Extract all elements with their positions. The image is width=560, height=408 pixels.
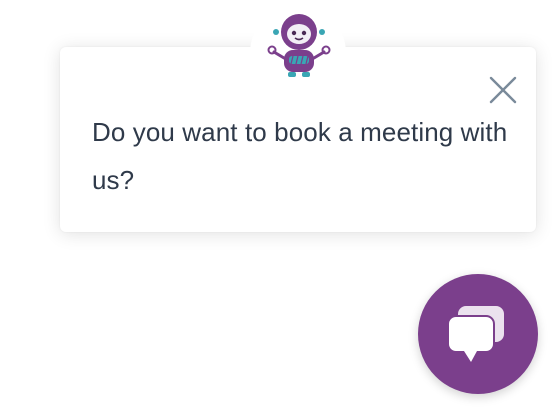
close-icon: [489, 76, 517, 104]
robot-avatar-icon: [267, 14, 331, 77]
close-button[interactable]: [487, 74, 519, 106]
chat-widget: Do you want to book a meeting with us?: [0, 0, 560, 408]
chat-message: Do you want to book a meeting with us?: [92, 117, 508, 195]
chat-bubbles-icon: [447, 306, 504, 362]
chat-launcher-button[interactable]: [418, 274, 538, 394]
